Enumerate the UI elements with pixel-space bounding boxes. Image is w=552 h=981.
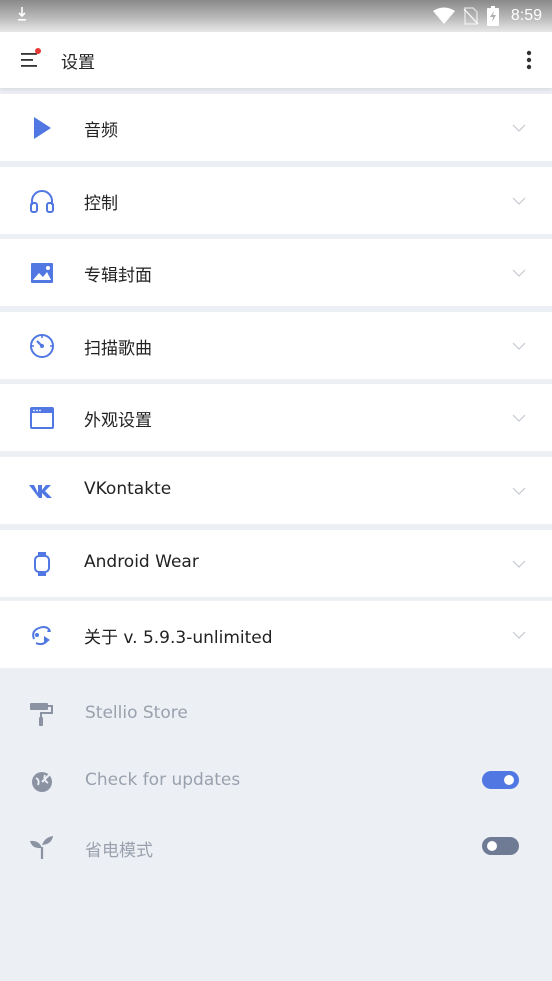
page-title: 设置 bbox=[61, 53, 95, 73]
headphones-icon bbox=[30, 190, 54, 213]
section-label: VKontakte bbox=[84, 479, 172, 499]
setting-stellio-store[interactable]: Stellio Store bbox=[0, 684, 552, 744]
clock: 8:59 bbox=[510, 7, 542, 24]
chevron-down-icon bbox=[512, 269, 526, 277]
section-label: Android Wear bbox=[84, 552, 199, 572]
download-icon bbox=[18, 7, 26, 21]
status-bar: 8:59 bbox=[0, 0, 552, 32]
wifi-icon bbox=[432, 7, 455, 24]
window-icon bbox=[30, 407, 54, 429]
section-appearance[interactable]: 外观设置 bbox=[0, 384, 552, 451]
chevron-down-icon bbox=[512, 342, 526, 350]
setting-label: Check for updates bbox=[85, 770, 241, 790]
update-globe-icon bbox=[32, 770, 54, 792]
chevron-down-icon bbox=[512, 631, 526, 639]
info-swirl-icon bbox=[32, 626, 51, 646]
section-label: 外观设置 bbox=[84, 411, 152, 431]
chevron-down-icon bbox=[512, 487, 526, 495]
section-controls[interactable]: 控制 bbox=[0, 167, 552, 234]
paint-roller-icon bbox=[30, 703, 53, 726]
section-android-wear[interactable]: Android Wear bbox=[0, 530, 552, 597]
no-sim-icon bbox=[463, 7, 479, 25]
section-label: 音频 bbox=[84, 121, 118, 141]
chevron-down-icon bbox=[512, 560, 526, 568]
image-icon bbox=[31, 263, 53, 283]
section-vkontakte[interactable]: VKontakte bbox=[0, 457, 552, 524]
play-icon bbox=[34, 117, 51, 139]
section-label: 关于 v. 5.9.3-unlimited bbox=[84, 628, 273, 648]
battery-charging-icon bbox=[486, 6, 499, 26]
section-album-art[interactable]: 专辑封面 bbox=[0, 239, 552, 306]
setting-label: 省电模式 bbox=[85, 841, 153, 861]
watch-icon bbox=[34, 552, 50, 576]
setting-check-updates[interactable]: Check for updates bbox=[0, 751, 552, 811]
toggle-knob bbox=[504, 775, 514, 785]
section-scan-songs[interactable]: 扫描歌曲 bbox=[0, 312, 552, 379]
chevron-down-icon bbox=[512, 124, 526, 132]
setting-power-saving[interactable]: 省电模式 bbox=[0, 817, 552, 877]
more-vert-icon[interactable] bbox=[526, 49, 532, 71]
notification-dot bbox=[35, 48, 41, 54]
check-updates-toggle[interactable] bbox=[482, 771, 519, 789]
app-bar: 设置 bbox=[0, 32, 552, 88]
section-audio[interactable]: 音频 bbox=[0, 94, 552, 161]
section-label: 扫描歌曲 bbox=[84, 339, 152, 359]
chevron-down-icon bbox=[512, 197, 526, 205]
chevron-down-icon bbox=[512, 414, 526, 422]
hamburger-menu-icon[interactable] bbox=[18, 47, 44, 73]
vk-icon bbox=[29, 485, 52, 498]
toggle-knob bbox=[487, 841, 497, 851]
setting-label: Stellio Store bbox=[85, 703, 188, 723]
sprout-icon bbox=[30, 836, 53, 859]
section-about[interactable]: 关于 v. 5.9.3-unlimited bbox=[0, 601, 552, 668]
section-label: 专辑封面 bbox=[84, 266, 152, 286]
gauge-icon bbox=[30, 334, 54, 358]
section-label: 控制 bbox=[84, 194, 118, 214]
power-saving-toggle[interactable] bbox=[482, 837, 519, 855]
